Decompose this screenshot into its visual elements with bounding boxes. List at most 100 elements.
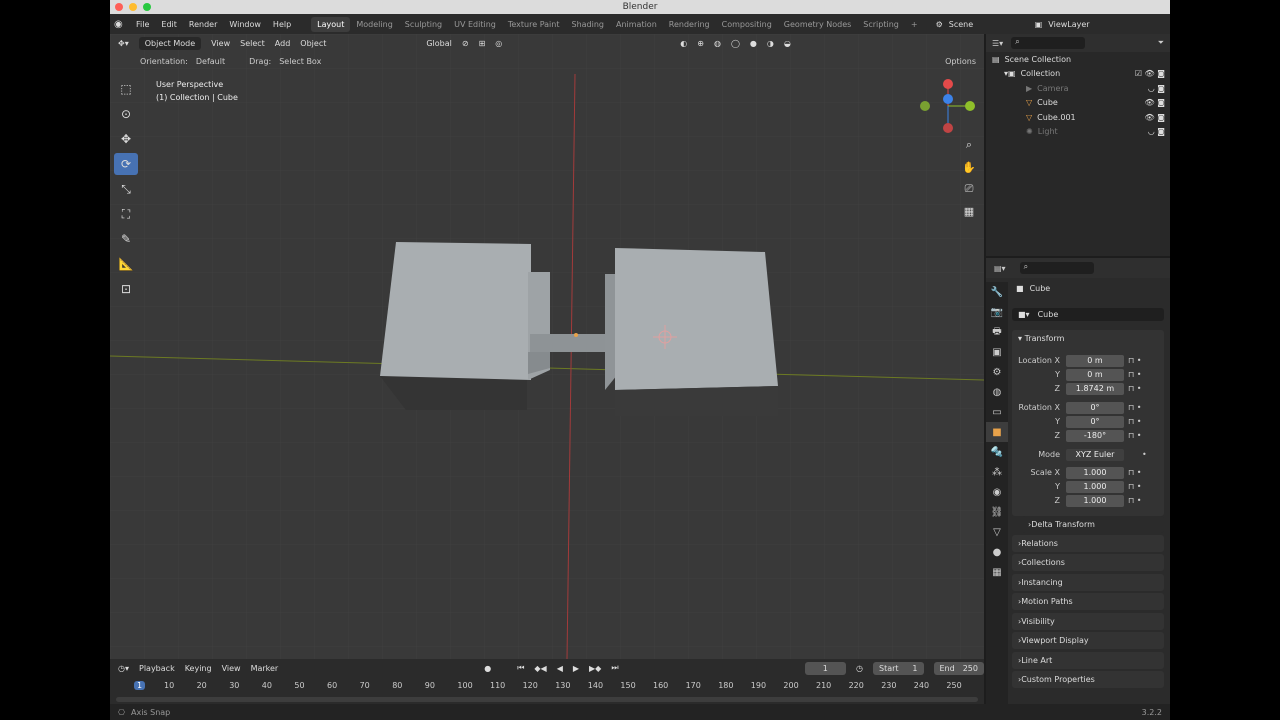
filter-icon[interactable]: ⏷ (1158, 38, 1164, 48)
scene-selector[interactable]: Scene (949, 20, 1029, 29)
outliner-item-collection[interactable]: ▾▣ Collection ☑ 👁 ◙ (986, 67, 1170, 82)
line-art-section[interactable]: › Line Art (1012, 652, 1164, 669)
rotation-y-field[interactable]: 0° (1066, 415, 1124, 428)
add-cube-tool-icon[interactable]: ⊡ (114, 278, 138, 300)
lock-icon[interactable]: ⊓ • (1128, 496, 1142, 505)
tab-rendering[interactable]: Rendering (663, 17, 716, 32)
lock-icon[interactable]: ⊓ • (1128, 370, 1142, 379)
menu-window[interactable]: Window (223, 20, 267, 29)
object-tab-icon[interactable]: ■ (986, 422, 1008, 442)
lock-icon[interactable]: ⊓ • (1128, 417, 1142, 426)
minimize-window-icon[interactable] (129, 3, 137, 11)
lock-icon[interactable]: ⊓ • (1128, 431, 1142, 440)
timeline-view-menu[interactable]: View (222, 664, 241, 673)
light-visibility-icons[interactable]: ◡ ◙ (1148, 127, 1165, 136)
playback-menu[interactable]: Playback (139, 664, 175, 673)
next-keyframe-icon[interactable]: ▶◆ (589, 664, 601, 673)
menu-view[interactable]: View (211, 39, 230, 48)
tab-texture-paint[interactable]: Texture Paint (502, 17, 566, 32)
marker-menu[interactable]: Marker (251, 664, 279, 673)
output-tab-icon[interactable]: 🖶 (986, 322, 1008, 342)
material-tab-icon[interactable]: ● (986, 542, 1008, 562)
start-frame-field[interactable]: Start 1 (873, 661, 924, 675)
instancing-section[interactable]: › Instancing (1012, 574, 1164, 591)
menu-edit[interactable]: Edit (155, 20, 183, 29)
tab-geometry-nodes[interactable]: Geometry Nodes (778, 17, 857, 32)
3d-viewport[interactable]: ✥▾ Object Mode View Select Add Object Gl… (110, 34, 984, 659)
menu-render[interactable]: Render (183, 20, 223, 29)
scale-tool-icon[interactable]: ⤡ (114, 178, 138, 200)
tool-tab-icon[interactable]: 🔧 (986, 282, 1008, 302)
menu-select[interactable]: Select (240, 39, 265, 48)
scale-y-field[interactable]: 1.000 (1066, 480, 1124, 493)
motion-paths-section[interactable]: › Motion Paths (1012, 593, 1164, 610)
custom-properties-section[interactable]: › Custom Properties (1012, 671, 1164, 688)
play-icon[interactable]: ▶ (573, 664, 579, 673)
pan-hand-icon[interactable]: ✋ (959, 158, 979, 176)
snap-icon[interactable]: ⊞ (479, 39, 486, 48)
visibility-section[interactable]: › Visibility (1012, 613, 1164, 630)
orientation-dropdown[interactable]: Default (196, 57, 225, 66)
tab-modeling[interactable]: Modeling (350, 17, 398, 32)
visibility-icon[interactable]: ◐ (680, 39, 687, 48)
shading-rendered-icon[interactable]: ◒ (784, 39, 791, 48)
lock-icon[interactable]: ⊓ • (1128, 403, 1142, 412)
menu-help[interactable]: Help (267, 20, 297, 29)
menu-object[interactable]: Object (300, 39, 326, 48)
cube-visibility-icons[interactable]: 👁 ◙ (1145, 98, 1165, 107)
display-mode-icon[interactable]: ☰▾ (992, 39, 1003, 48)
transform-header[interactable]: ▾ Transform (1018, 334, 1064, 343)
editor-type-icon[interactable]: ✥▾ (118, 39, 129, 48)
outliner-item-cube-001[interactable]: ▽ Cube.001 👁 ◙ (986, 110, 1170, 125)
menu-add[interactable]: Add (275, 39, 291, 48)
view-layer-selector[interactable]: ViewLayer (1048, 20, 1118, 29)
scene-collection-row[interactable]: ▤ Scene Collection (986, 52, 1170, 67)
rotation-mode-dropdown[interactable]: XYZ Euler (1066, 448, 1124, 461)
scene-tab-icon[interactable]: ⚙ (986, 362, 1008, 382)
end-frame-field[interactable]: End 250 (933, 661, 984, 675)
tab-animation[interactable]: Animation (610, 17, 663, 32)
particles-tab-icon[interactable]: ⁂ (986, 462, 1008, 482)
tab-sculpting[interactable]: Sculpting (399, 17, 448, 32)
shading-wireframe-icon[interactable]: ◯ (731, 39, 740, 48)
location-y-field[interactable]: 0 m (1066, 368, 1124, 381)
lock-icon[interactable]: ⊓ • (1128, 356, 1142, 365)
current-frame-field[interactable]: 1 (804, 661, 847, 675)
keying-menu[interactable]: Keying (185, 664, 212, 673)
shading-solid-icon[interactable]: ● (750, 39, 757, 48)
prev-keyframe-icon[interactable]: ◆◀ (534, 664, 546, 673)
jump-start-icon[interactable]: ⏮ (517, 663, 524, 673)
jump-end-icon[interactable]: ⏭ (611, 663, 618, 673)
shading-material-icon[interactable]: ◑ (767, 39, 774, 48)
properties-editor-icon[interactable]: ▤▾ (994, 264, 1006, 273)
annotate-tool-icon[interactable]: ✎ (114, 228, 138, 250)
lock-icon[interactable]: ⊓ • (1128, 468, 1142, 477)
tab-compositing[interactable]: Compositing (716, 17, 778, 32)
modifier-tab-icon[interactable]: 🔩 (986, 442, 1008, 462)
camera-visibility-icons[interactable]: ◡ ◙ (1148, 84, 1165, 93)
data-tab-icon[interactable]: ▽ (986, 522, 1008, 542)
options-dropdown[interactable]: Options (945, 57, 976, 66)
tab-shading[interactable]: Shading (565, 17, 610, 32)
collection-tab-icon[interactable]: ▭ (986, 402, 1008, 422)
outliner-item-light[interactable]: ✺ Light ◡ ◙ (986, 125, 1170, 140)
timeline-scrollbar[interactable] (116, 697, 978, 702)
lock-icon[interactable]: ⊓ • (1128, 384, 1142, 393)
scale-z-field[interactable]: 1.000 (1066, 494, 1124, 507)
world-tab-icon[interactable]: ◍ (986, 382, 1008, 402)
outliner-item-camera[interactable]: ▶ Camera ◡ ◙ (986, 81, 1170, 96)
mode-selector[interactable]: Object Mode (138, 36, 202, 50)
overlay-toggle-icon[interactable]: ◍ (714, 39, 721, 48)
rotation-x-field[interactable]: 0° (1066, 401, 1124, 414)
drag-dropdown[interactable]: Select Box (279, 57, 321, 66)
menu-file[interactable]: File (130, 20, 155, 29)
lock-icon[interactable]: ⊓ • (1128, 482, 1142, 491)
record-icon[interactable]: ● (484, 664, 491, 673)
scale-x-field[interactable]: 1.000 (1066, 466, 1124, 479)
blender-logo-icon[interactable]: ◉ (114, 19, 130, 30)
timeline-editor-icon[interactable]: ◷▾ (118, 664, 129, 673)
location-x-field[interactable]: 0 m (1066, 354, 1124, 367)
tab-uv-editing[interactable]: UV Editing (448, 17, 502, 32)
pivot-icon[interactable]: ⊘ (462, 39, 469, 48)
measure-tool-icon[interactable]: 📐 (114, 253, 138, 275)
